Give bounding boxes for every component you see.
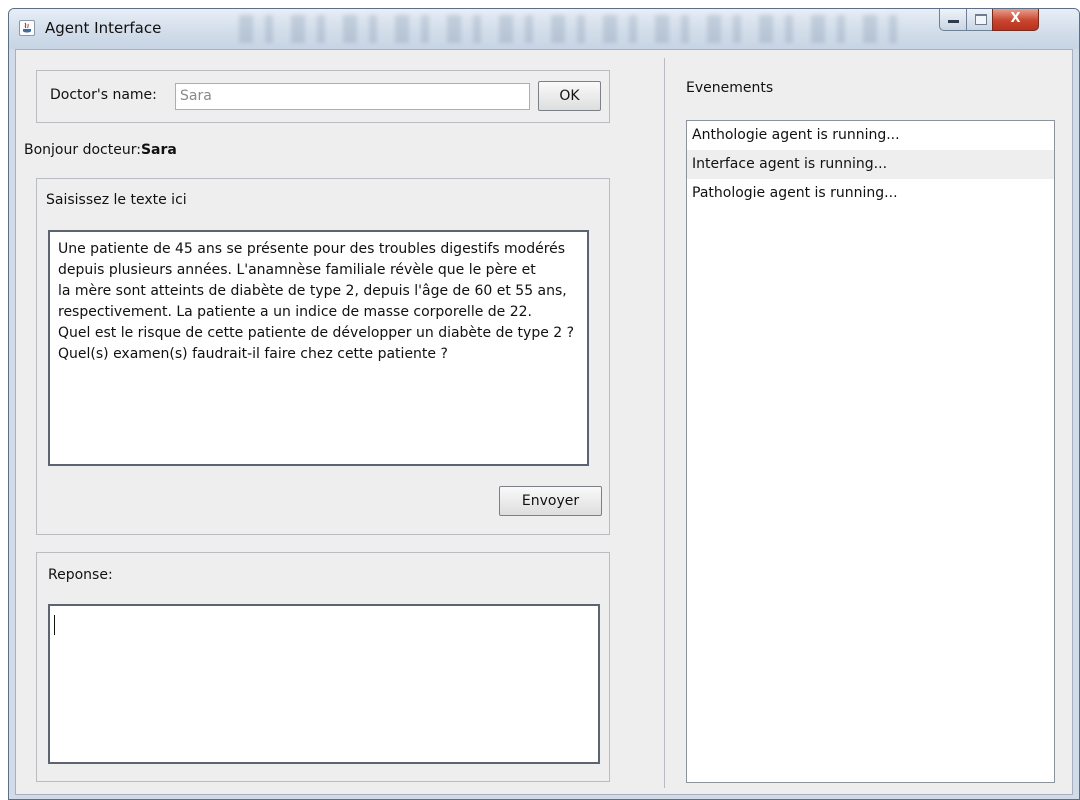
greeting-prefix: Bonjour docteur: [24,142,141,158]
doctor-name-input[interactable]: Sara [175,83,530,110]
maximize-icon [975,14,987,25]
greeting: Bonjour docteur:Sara [24,142,177,158]
maximize-button[interactable] [966,9,993,31]
question-panel: Saisissez le texte ici Une patiente de 4… [36,178,610,535]
window-title: Agent Interface [45,19,162,37]
question-textarea[interactable]: Une patiente de 45 ans se présente pour … [48,230,589,466]
event-item[interactable]: Anthologie agent is running... [687,121,1054,150]
event-item[interactable]: Pathologie agent is running... [687,179,1054,208]
question-label: Saisissez le texte ici [46,192,187,208]
events-list[interactable]: Anthologie agent is running... Interface… [686,120,1055,783]
close-icon: X [1010,11,1021,26]
response-textarea[interactable] [48,604,600,764]
close-button[interactable]: X [992,9,1039,31]
ok-button[interactable]: OK [538,81,601,111]
app-window: Agent Interface X Doctor's name: Sara OK… [8,8,1080,800]
minimize-button[interactable] [939,9,967,31]
events-label: Evenements [686,80,774,96]
response-label: Reponse: [48,567,113,583]
greeting-doctor-name: Sara [140,142,177,158]
text-caret [54,615,55,635]
doctor-name-label: Doctor's name: [50,87,157,103]
panel-divider [664,58,665,788]
java-app-icon[interactable] [19,20,35,36]
response-panel: Reponse: [36,552,610,782]
send-button[interactable]: Envoyer [499,486,602,516]
title-bar-background [239,15,899,43]
title-bar[interactable]: Agent Interface X [9,9,1079,49]
doctor-name-panel: Doctor's name: Sara OK [36,70,610,123]
content-area: Doctor's name: Sara OK Bonjour docteur:S… [15,49,1073,795]
event-item[interactable]: Interface agent is running... [687,150,1054,179]
minimize-icon [948,20,959,23]
